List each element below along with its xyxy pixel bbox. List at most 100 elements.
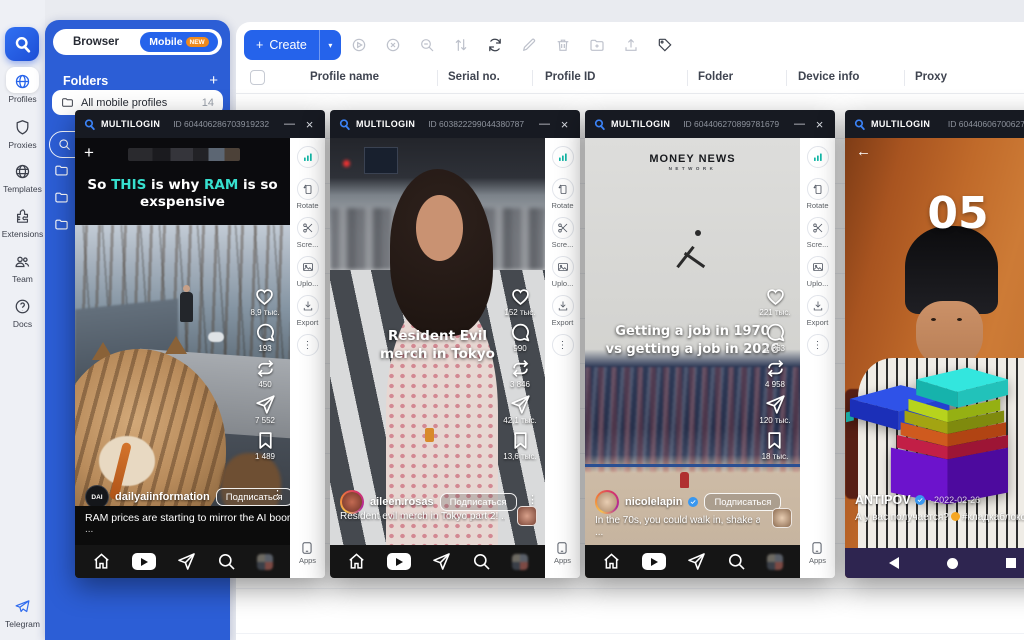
sidebar-item-profiles[interactable]: Profiles (0, 70, 45, 104)
reels-icon[interactable] (387, 553, 411, 570)
search-icon[interactable] (217, 552, 236, 571)
android-recents-icon[interactable] (1006, 558, 1016, 568)
app-logo[interactable] (5, 27, 39, 61)
reels-icon[interactable] (132, 553, 156, 570)
repost-button[interactable]: 3 846 (510, 358, 531, 389)
like-button[interactable]: 221 тыс. (759, 286, 790, 317)
rail-more-button[interactable]: ⋮ (552, 334, 574, 356)
audio-thumbnail[interactable] (517, 506, 537, 526)
window-titlebar[interactable]: MULTILOGIN ID 604406286703919232 — × (75, 110, 325, 138)
like-button[interactable]: 8,9 тыс. (251, 286, 280, 317)
profile-avatar[interactable] (512, 554, 528, 570)
folder-icon[interactable] (54, 217, 69, 232)
signal-button[interactable] (552, 146, 574, 168)
folder-icon[interactable] (54, 190, 69, 205)
close-button[interactable]: × (812, 117, 827, 132)
select-all-checkbox[interactable] (250, 70, 265, 85)
add-folder-button[interactable]: + (209, 72, 218, 89)
export-button[interactable] (807, 295, 829, 317)
create-button[interactable]: + Create ▾ (244, 30, 341, 60)
rotate-button[interactable] (807, 178, 829, 200)
signal-button[interactable] (297, 146, 319, 168)
apps-button[interactable]: Apps (554, 541, 571, 572)
refresh-button[interactable] (478, 30, 512, 60)
apps-button[interactable]: Apps (299, 541, 316, 572)
share-button[interactable]: 120 тыс. (759, 394, 790, 425)
run-profile-button[interactable] (342, 30, 376, 60)
account-name[interactable]: dailyaiinformation (115, 491, 210, 503)
close-button[interactable]: × (557, 117, 572, 132)
delete-button[interactable] (546, 30, 580, 60)
tags-button[interactable] (648, 30, 682, 60)
share-button[interactable]: 7 552 (255, 394, 276, 425)
android-home-icon[interactable] (947, 558, 958, 569)
search-icon[interactable] (472, 552, 491, 571)
minimize-button[interactable]: — (792, 118, 807, 130)
sidebar-item-telegram[interactable]: Telegram (0, 595, 45, 629)
upload-button[interactable] (297, 256, 319, 278)
upload-button[interactable] (807, 256, 829, 278)
phone-screen[interactable]: Resident Evil merch in Tokyo 152 тыс. 99… (330, 138, 545, 578)
like-button[interactable]: 152 тыс. (504, 286, 535, 317)
minimize-button[interactable]: — (537, 118, 552, 130)
window-titlebar[interactable]: MULTILOGIN ID 604406270899781679 — × (585, 110, 835, 138)
screenshot-button[interactable] (297, 217, 319, 239)
audio-thumbnail[interactable] (772, 508, 792, 528)
browser-tab[interactable]: Browser (53, 29, 139, 55)
rotate-button[interactable] (297, 178, 319, 200)
window-titlebar[interactable]: MULTILOGIN ID 6044060670062756 — × (845, 110, 1024, 138)
share-plane-icon[interactable] (177, 552, 196, 571)
export-button[interactable] (552, 295, 574, 317)
account-name[interactable]: nicolelapin (625, 496, 682, 508)
column-serial-no[interactable]: Serial no. (448, 71, 500, 83)
window-titlebar[interactable]: MULTILOGIN ID 603822299044380787 — × (330, 110, 580, 138)
upload-button[interactable] (552, 256, 574, 278)
comment-button[interactable]: 193 (255, 322, 276, 353)
back-arrow[interactable]: ← (856, 143, 871, 160)
sidebar-item-team[interactable]: Team (0, 250, 45, 284)
repost-button[interactable]: 4 958 (765, 358, 786, 389)
share-plane-icon[interactable] (432, 552, 451, 571)
rail-more-button[interactable]: ⋮ (807, 334, 829, 356)
follow-button[interactable]: Подписаться (440, 493, 517, 511)
phone-screen[interactable]: + So THIS is why RAM is so exspensive 8,… (75, 138, 290, 578)
account-name[interactable]: ANTIPOV (855, 493, 911, 507)
reels-icon[interactable] (642, 553, 666, 570)
sidebar-item-extensions[interactable]: Extensions (0, 205, 45, 239)
profile-avatar[interactable] (767, 554, 783, 570)
move-to-folder-button[interactable] (580, 30, 614, 60)
share-plane-icon[interactable] (687, 552, 706, 571)
signal-button[interactable] (807, 146, 829, 168)
home-icon[interactable] (602, 552, 621, 571)
column-folder[interactable]: Folder (698, 71, 733, 83)
zoom-out-button[interactable] (410, 30, 444, 60)
more-options-kebab[interactable]: ⋮ (272, 488, 283, 501)
save-button[interactable]: 1 489 (255, 430, 276, 461)
comment-button[interactable]: 990 (510, 322, 531, 353)
repost-button[interactable]: 450 (255, 358, 276, 389)
home-icon[interactable] (347, 552, 366, 571)
sidebar-item-docs[interactable]: Docs (0, 295, 45, 329)
phone-screen[interactable]: ← 05 (845, 138, 1024, 578)
folder-icon[interactable] (54, 163, 69, 178)
save-button[interactable]: 13,6 тыс. (503, 430, 536, 461)
screenshot-button[interactable] (807, 217, 829, 239)
screenshot-button[interactable] (552, 217, 574, 239)
create-dropdown-caret[interactable]: ▾ (319, 30, 341, 60)
share-button[interactable]: 42,1 тыс. (503, 394, 536, 425)
save-button[interactable]: 18 тыс. (762, 430, 789, 461)
sidebar-item-proxies[interactable]: Proxies (0, 116, 45, 150)
sort-button[interactable] (444, 30, 478, 60)
avatar[interactable] (595, 490, 619, 514)
column-profile-id[interactable]: Profile ID (545, 71, 595, 83)
rail-more-button[interactable]: ⋮ (297, 334, 319, 356)
comment-button[interactable]: 1 363 (765, 322, 786, 353)
search-icon[interactable] (727, 552, 746, 571)
sidebar-item-templates[interactable]: Templates (0, 160, 45, 194)
stop-profile-button[interactable] (376, 30, 410, 60)
apps-button[interactable]: Apps (809, 541, 826, 572)
caption-more[interactable]: ... (595, 527, 603, 538)
rotate-button[interactable] (552, 178, 574, 200)
hashtag[interactable]: #кладкаблоков (962, 512, 1024, 523)
edit-button[interactable] (512, 30, 546, 60)
